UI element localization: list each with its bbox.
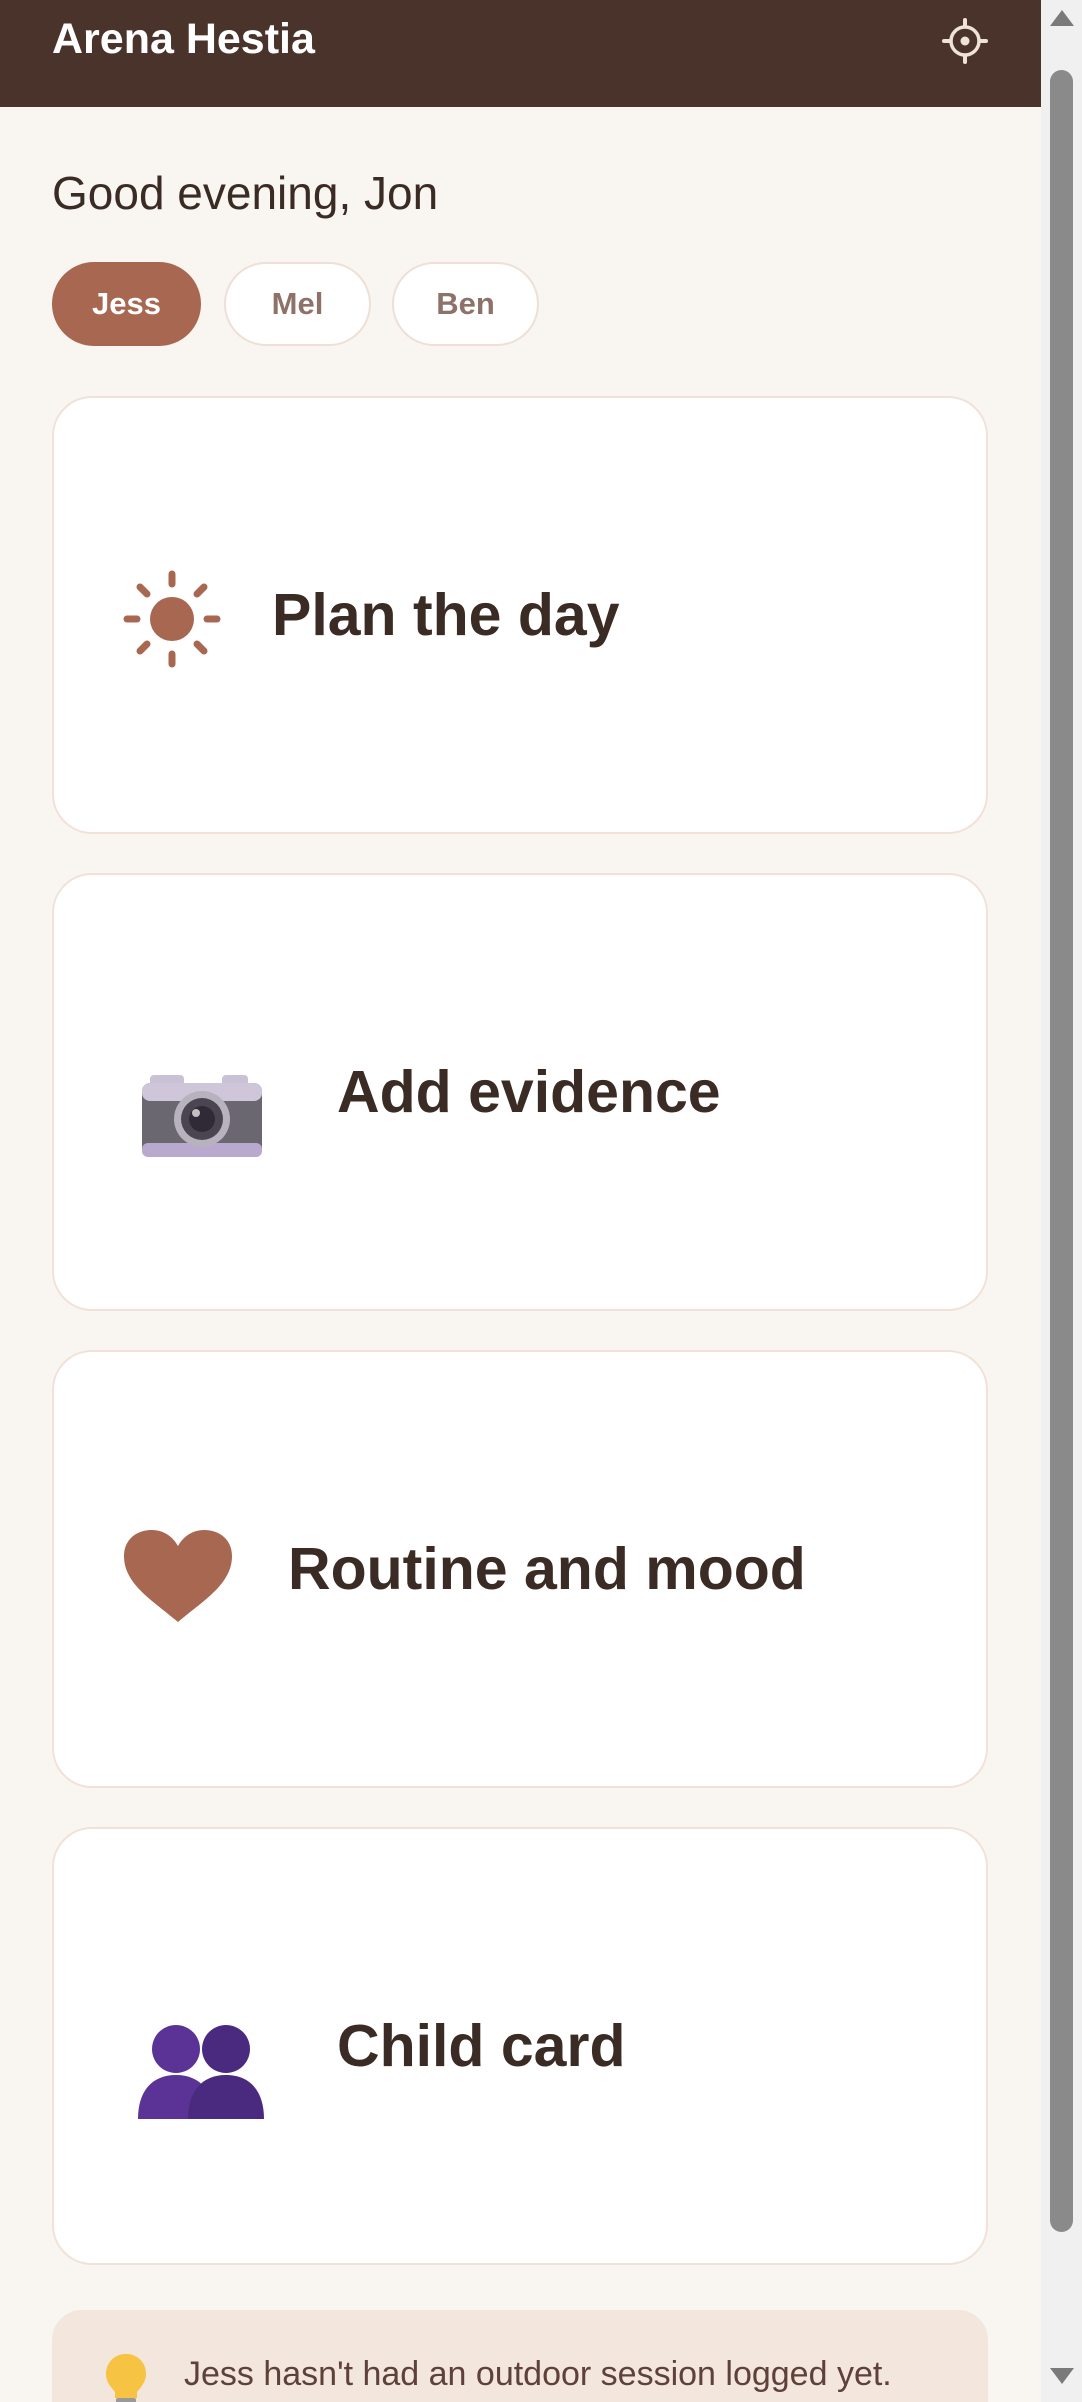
vertical-scrollbar[interactable] — [1041, 0, 1082, 2402]
scroll-up-arrow[interactable] — [1041, 4, 1082, 44]
scroll-down-arrow[interactable] — [1041, 2362, 1082, 2402]
lightbulb-icon — [104, 2352, 148, 2402]
routine-and-mood-card[interactable]: Routine and mood — [52, 1350, 988, 1788]
heart-icon — [122, 1528, 234, 1624]
child-chip-jess[interactable]: Jess — [52, 262, 201, 346]
tip-text: Jess hasn't had an outdoor session logge… — [184, 2355, 892, 2393]
child-chip-mel[interactable]: Mel — [224, 262, 371, 346]
child-card-label: Child card — [337, 2013, 626, 2079]
add-evidence-label: Add evidence — [337, 1059, 721, 1125]
settings-gear-icon — [942, 18, 988, 64]
camera-icon — [140, 1071, 264, 1161]
add-evidence-card[interactable]: Add evidence — [52, 873, 988, 1311]
child-chip-ben[interactable]: Ben — [392, 262, 539, 346]
child-card-card[interactable]: Child card — [52, 1827, 988, 2265]
plan-the-day-label: Plan the day — [272, 582, 620, 648]
routine-and-mood-label: Routine and mood — [288, 1536, 806, 1602]
plan-the-day-card[interactable]: Plan the day — [52, 396, 988, 834]
settings-button[interactable] — [940, 16, 990, 66]
main-content: Arena Hestia Good evening, Jon Jess Mel — [0, 0, 1041, 2402]
caret-down-icon — [1049, 2368, 1074, 2384]
tip-banner: Jess hasn't had an outdoor session logge… — [52, 2310, 988, 2402]
app-title: Arena Hestia — [52, 15, 315, 63]
caret-up-icon — [1049, 10, 1074, 26]
people-icon — [138, 2021, 264, 2121]
app-window: Arena Hestia Good evening, Jon Jess Mel — [0, 0, 1082, 2402]
sun-icon — [122, 569, 222, 669]
top-bar: Arena Hestia — [0, 0, 1041, 107]
greeting-text: Good evening, Jon — [52, 167, 439, 219]
scroll-thumb[interactable] — [1050, 70, 1073, 2232]
